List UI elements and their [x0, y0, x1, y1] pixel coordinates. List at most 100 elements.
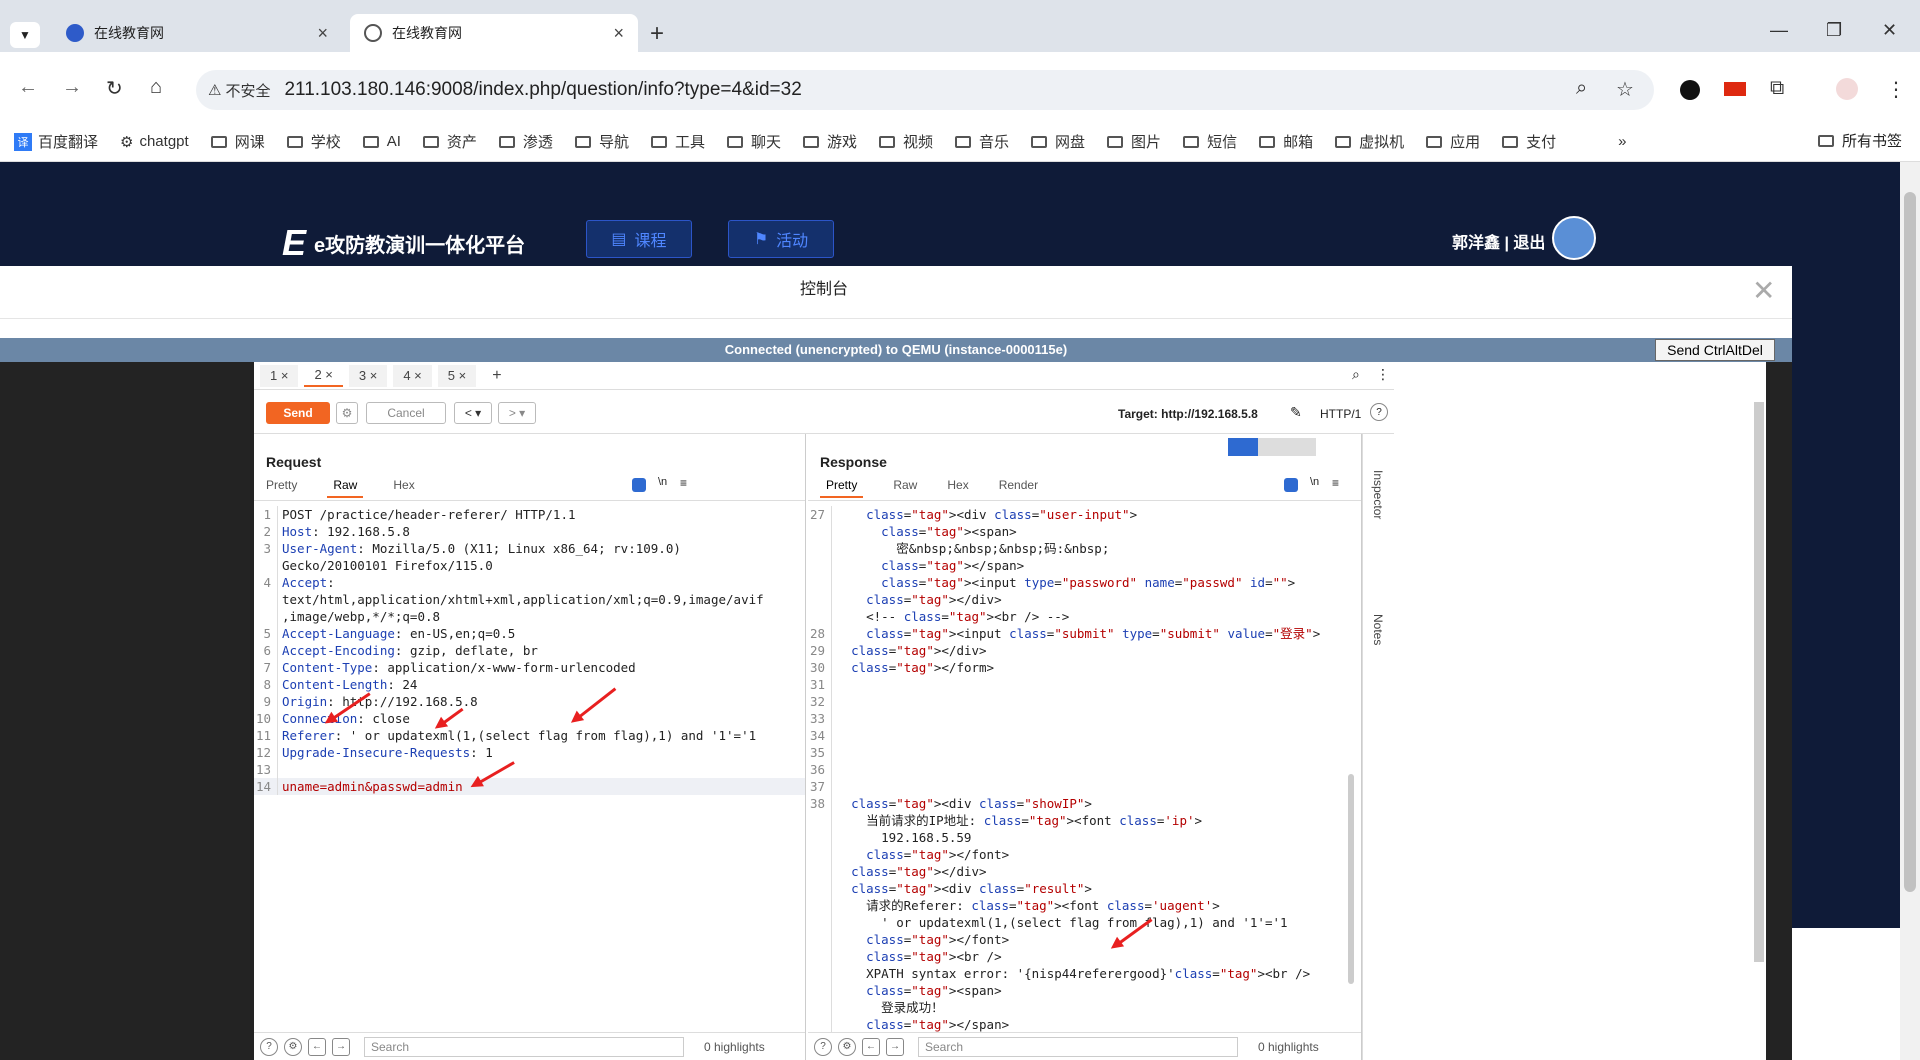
wrap-icon[interactable]: [1284, 478, 1298, 492]
menu-icon[interactable]: ≡: [680, 476, 687, 490]
menu-icon[interactable]: ⋮: [1886, 77, 1906, 102]
outer-scrollbar[interactable]: [1754, 402, 1764, 962]
repeater-tab[interactable]: 3 ×: [348, 364, 388, 387]
arrow-left-icon[interactable]: ←: [862, 1037, 880, 1056]
repeater-tab[interactable]: 1 ×: [260, 364, 299, 387]
back-history-button[interactable]: < ▾: [454, 402, 492, 424]
bookmark-folder[interactable]: 视频: [879, 131, 933, 152]
profile-avatar[interactable]: [1836, 78, 1858, 100]
notes-tab[interactable]: Notes: [1371, 614, 1385, 645]
close-icon[interactable]: ×: [317, 23, 328, 44]
split-view-icon[interactable]: [1228, 438, 1258, 456]
search-icon[interactable]: ⌕: [1352, 366, 1360, 383]
bookmark-folder[interactable]: 短信: [1183, 131, 1237, 152]
bookmark-folder[interactable]: 虚拟机: [1335, 131, 1404, 152]
tab-raw[interactable]: Raw: [327, 478, 364, 498]
page-scrollbar[interactable]: [1900, 162, 1920, 1060]
all-bookmarks-button[interactable]: 所有书签: [1817, 130, 1902, 151]
bookmark-folder[interactable]: 资产: [422, 131, 477, 152]
bookmark-folder[interactable]: 导航: [574, 131, 629, 152]
scrollbar-thumb[interactable]: [1904, 192, 1916, 892]
zoom-icon[interactable]: ⌕: [1576, 77, 1587, 100]
settings-gear-icon[interactable]: ⚙: [284, 1037, 302, 1056]
minimize-button[interactable]: —: [1770, 20, 1788, 41]
tab-hex[interactable]: Hex: [947, 478, 968, 498]
reload-button[interactable]: ↻: [106, 76, 123, 101]
tab-2[interactable]: 在线教育网 ×: [350, 14, 638, 52]
forward-button[interactable]: →: [62, 76, 82, 99]
http-version[interactable]: HTTP/1: [1320, 407, 1361, 421]
tab-render[interactable]: Render: [999, 478, 1038, 498]
bookmark-folder[interactable]: 网盘: [1031, 131, 1085, 152]
tab-pretty[interactable]: Pretty: [266, 478, 297, 498]
repeater-tab-active[interactable]: 2 ×: [304, 364, 343, 387]
nav-activities[interactable]: ⚑ 活动: [728, 220, 834, 258]
bookmark-item[interactable]: 译百度翻译: [14, 131, 98, 152]
tab-pretty[interactable]: Pretty: [820, 478, 864, 498]
forward-history-button[interactable]: > ▾: [498, 402, 536, 424]
help-icon[interactable]: ?: [260, 1037, 278, 1056]
bookmark-folder[interactable]: 聊天: [726, 131, 781, 152]
nav-courses[interactable]: ▤ 课程: [586, 220, 692, 258]
cancel-button[interactable]: Cancel: [366, 402, 446, 424]
star-icon[interactable]: ☆: [1616, 77, 1634, 102]
bookmark-folder[interactable]: 邮箱: [1259, 131, 1313, 152]
restore-button[interactable]: ❐: [1826, 20, 1842, 41]
avatar[interactable]: [1552, 216, 1596, 260]
tab-1[interactable]: 在线教育网 ×: [52, 14, 342, 52]
request-editor[interactable]: 1 POST /practice/header-referer/ HTTP/1.1…: [254, 506, 805, 795]
newline-icon[interactable]: \n: [1310, 476, 1319, 488]
bookmark-folder[interactable]: 学校: [286, 131, 341, 152]
home-button[interactable]: ⌂: [150, 76, 162, 99]
search-input[interactable]: Search: [918, 1036, 1238, 1057]
bookmark-folder[interactable]: 工具: [650, 131, 705, 152]
new-tab-button[interactable]: +: [650, 20, 664, 48]
help-icon[interactable]: ?: [814, 1037, 832, 1056]
extension-icon[interactable]: [1680, 80, 1700, 100]
ctrl-alt-del-button[interactable]: Send CtrlAltDel: [1655, 339, 1775, 361]
security-indicator[interactable]: ⚠ 不安全: [208, 80, 270, 101]
more-icon[interactable]: ⋮: [1376, 366, 1390, 383]
settings-gear-icon[interactable]: ⚙: [838, 1037, 856, 1056]
bookmark-folder[interactable]: 游戏: [802, 131, 857, 152]
layout-toggle[interactable]: [1228, 438, 1316, 456]
inspector-tab[interactable]: Inspector: [1371, 470, 1385, 519]
search-input[interactable]: Search: [364, 1036, 684, 1057]
bookmark-folder[interactable]: 支付: [1502, 131, 1556, 152]
close-icon[interactable]: ✕: [1752, 274, 1775, 307]
back-button[interactable]: ←: [18, 76, 38, 99]
bookmark-folder[interactable]: 渗透: [498, 131, 553, 152]
repeater-tab[interactable]: 4 ×: [393, 364, 432, 387]
arrow-right-icon[interactable]: →: [886, 1037, 904, 1056]
address-bar[interactable]: ⚠ 不安全 211.103.180.146:9008/index.php/ques…: [196, 70, 1654, 110]
menu-icon[interactable]: ≡: [1332, 476, 1339, 490]
bookmark-item[interactable]: ⚙ chatgpt: [120, 133, 189, 151]
newline-icon[interactable]: \n: [658, 476, 667, 488]
tab-raw[interactable]: Raw: [893, 478, 917, 498]
bookmark-folder[interactable]: 网课: [210, 131, 265, 152]
flag-extension-icon[interactable]: [1724, 82, 1746, 96]
response-scrollbar[interactable]: [1348, 774, 1354, 984]
help-icon[interactable]: ?: [1370, 403, 1388, 421]
settings-gear-icon[interactable]: ⚙: [336, 402, 358, 424]
bookmark-folder[interactable]: 图片: [1107, 131, 1161, 152]
user-info[interactable]: 郭洋鑫 | 退出: [1452, 229, 1545, 253]
arrow-right-icon[interactable]: →: [332, 1037, 350, 1056]
more-bookmarks-button[interactable]: »: [1618, 133, 1626, 150]
tab-search-button[interactable]: ▼: [10, 22, 40, 48]
bookmark-folder[interactable]: 音乐: [955, 131, 1009, 152]
response-viewer[interactable]: 27 class="tag"><div class="user-input"> …: [808, 506, 1361, 1033]
puzzle-icon[interactable]: ⧉: [1770, 77, 1784, 100]
arrow-left-icon[interactable]: ←: [308, 1037, 326, 1056]
send-button[interactable]: Send: [266, 402, 330, 424]
wrap-icon[interactable]: [632, 478, 646, 492]
close-window-button[interactable]: ✕: [1882, 20, 1897, 41]
add-tab-button[interactable]: +: [482, 364, 512, 387]
tab-hex[interactable]: Hex: [393, 478, 414, 498]
close-icon[interactable]: ×: [613, 23, 624, 44]
site-logo[interactable]: Ee攻防教演训一体化平台: [282, 222, 525, 264]
repeater-tab[interactable]: 5 ×: [437, 364, 477, 387]
edit-pencil-icon[interactable]: ✎: [1290, 404, 1302, 421]
bookmark-folder[interactable]: AI: [362, 133, 401, 150]
bookmark-folder[interactable]: 应用: [1426, 131, 1480, 152]
